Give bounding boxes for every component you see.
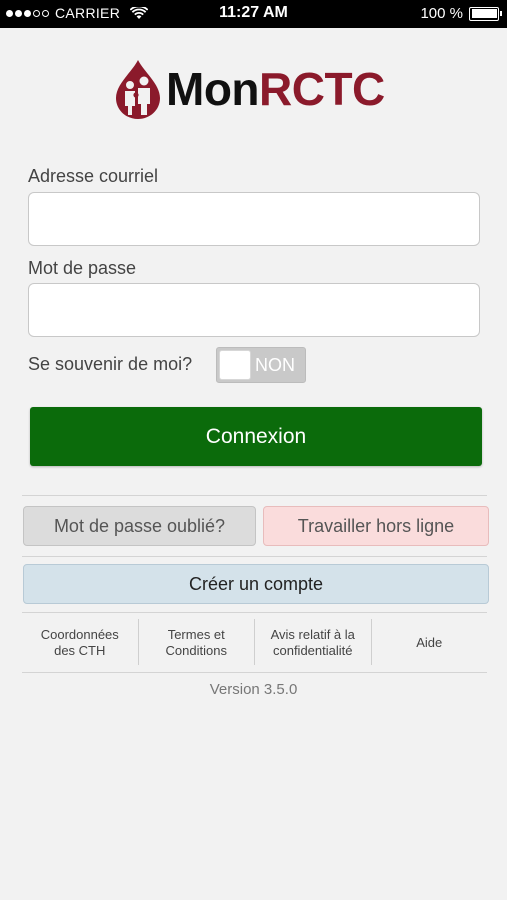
footer-link-line: Conditions (165, 643, 227, 658)
footer-link-line: des CTH (54, 643, 106, 658)
status-right: 100 % (420, 5, 502, 22)
footer-link-line: Termes et (167, 627, 225, 642)
blood-drop-family-icon (116, 60, 160, 119)
battery-icon (469, 6, 502, 21)
footer-link-line: Coordonnées (40, 627, 119, 642)
login-button[interactable]: Connexion (30, 407, 482, 466)
footer-link-line: Avis relatif à la (270, 627, 355, 642)
app-logo: MonRCTC (112, 58, 385, 120)
divider (22, 612, 487, 613)
footer-link-terms[interactable]: Termes et Conditions (139, 619, 255, 667)
work-offline-button[interactable]: Travailler hors ligne (263, 506, 489, 546)
divider (22, 556, 487, 557)
divider (22, 672, 487, 673)
toggle-state-label: NON (255, 355, 295, 375)
app-name: MonRCTC (166, 62, 385, 116)
forgot-password-button[interactable]: Mot de passe oublié? (23, 506, 256, 546)
password-field[interactable] (28, 283, 480, 337)
footer-link-contacts[interactable]: Coordonnées des CTH (22, 619, 138, 667)
create-account-button[interactable]: Créer un compte (23, 564, 489, 604)
footer-link-line: confidentialité (272, 643, 353, 658)
footer-link-line: Aide (416, 635, 443, 650)
email-label: Adresse courriel (28, 166, 159, 186)
app-version: Version 3.5.0 (209, 681, 298, 698)
footer-links: Coordonnées des CTH Termes et Conditions A… (22, 619, 487, 667)
logo-text-rctc: RCTC (259, 63, 385, 115)
logo-text-mon: Mon (166, 63, 260, 115)
remember-me-toggle[interactable]: NON (216, 347, 306, 383)
footer-link-help[interactable]: Aide (372, 619, 488, 667)
email-field[interactable] (28, 192, 480, 246)
status-bar: CARRIER 11:27 AM 100 % (0, 0, 507, 28)
divider (22, 495, 487, 496)
toggle-knob (219, 350, 251, 380)
remember-me-label: Se souvenir de moi? (28, 354, 193, 374)
footer-link-privacy[interactable]: Avis relatif à la confidentialité (255, 619, 371, 667)
password-label: Mot de passe (28, 258, 137, 278)
battery-percent: 100 % (420, 5, 463, 22)
